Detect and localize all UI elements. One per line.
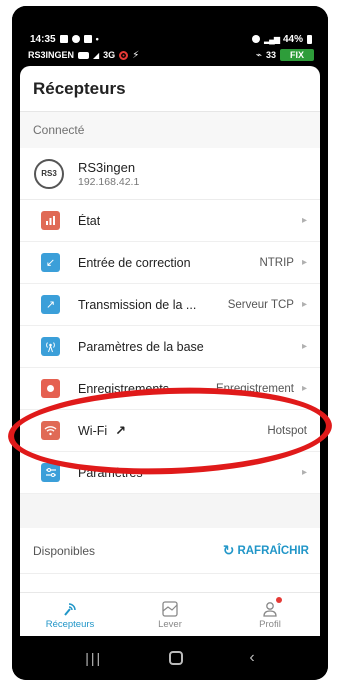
device-status-label: RS3INGEN <box>28 50 75 60</box>
satellite-count: 33 <box>265 50 276 60</box>
gallery-icon <box>59 35 68 43</box>
connected-device-row[interactable]: RS3 RS3ingen 192.168.42.1 <box>20 148 320 200</box>
receiver-logo-icon: RS3 <box>34 158 64 189</box>
menu-item-value: Hotspot <box>267 424 307 437</box>
battery-small-icon <box>78 51 90 59</box>
menu-item-settings[interactable]: Paramètres ▸ <box>20 452 320 494</box>
menu-item-etat[interactable]: État ▸ <box>20 200 320 242</box>
refresh-button[interactable]: ↻ RAFRAÎCHIR <box>223 542 309 559</box>
menu-item-correction-output[interactable]: ↗ Transmission de la ... Serveur TCP ▸ <box>20 284 320 326</box>
nav-tab-receivers[interactable]: Récepteurs <box>20 593 120 636</box>
bar-chart-icon <box>41 211 60 230</box>
menu-item-label: État <box>78 213 101 228</box>
chevron-right-icon: ▸ <box>301 299 307 310</box>
menu-item-base-settings[interactable]: Paramètres de la base ▸ <box>20 326 320 368</box>
nav-tab-profile[interactable]: Profil <box>220 593 320 636</box>
sliders-icon <box>41 463 60 482</box>
menu-item-label: Entrée de correction <box>78 255 191 270</box>
menu-item-recordings[interactable]: Enregistrements Enregistrement ▸ <box>20 368 320 410</box>
status-bar: 14:35 • ▂▄▆ 44% RS3INGEN ◢ 3G ⚡ ⌁ 33 FIX <box>12 6 328 64</box>
section-spacer <box>20 494 320 528</box>
signal-small-icon: ◢ <box>93 50 100 60</box>
fix-badge: FIX <box>279 49 314 61</box>
refresh-label: RAFRAÎCHIR <box>237 544 309 557</box>
network-type: 3G <box>103 50 116 60</box>
menu-item-label: Paramètres de la base <box>78 339 204 354</box>
menu-item-label: Enregistrements <box>78 381 170 396</box>
available-section-label: Disponibles <box>33 543 96 558</box>
menu-item-value: Serveur TCP <box>227 298 294 311</box>
chevron-right-icon: ▸ <box>301 383 307 394</box>
app-screen: Récepteurs Connecté RS3 RS3ingen 192.168… <box>20 66 320 636</box>
nav-tab-label: Profil <box>259 619 281 630</box>
nav-tab-label: Récepteurs <box>45 619 95 630</box>
device-name: RS3ingen <box>78 159 136 175</box>
menu-item-value: NTRIP <box>259 256 294 269</box>
chevron-right-icon: ▸ <box>301 467 307 478</box>
nav-tab-survey[interactable]: Lever <box>120 593 220 636</box>
record-icon <box>41 379 60 398</box>
recent-apps-icon[interactable]: ||| <box>85 650 102 666</box>
home-icon[interactable] <box>168 651 183 665</box>
refresh-icon: ↻ <box>222 542 235 558</box>
battery-icon <box>307 34 312 44</box>
external-link-icon: ↗ <box>115 422 127 438</box>
receiver-icon <box>61 599 79 619</box>
connected-section-label: Connecté <box>20 112 320 148</box>
signal-icon: ▂▄▆ <box>264 34 280 44</box>
page-title: Récepteurs <box>33 78 126 98</box>
chevron-right-icon: ▸ <box>301 257 307 268</box>
recording-icon <box>119 50 129 60</box>
back-icon[interactable]: ‹ <box>249 649 254 667</box>
wifi-icon <box>41 421 60 440</box>
menu-item-value: Enregistrement <box>215 382 294 395</box>
chevron-right-icon: ▸ <box>301 341 307 352</box>
alarm-icon <box>252 35 260 43</box>
status-time: 14:35 <box>30 33 56 45</box>
menu-item-wifi[interactable]: Wi-Fi ↗ Hotspot <box>20 410 320 452</box>
phone-frame: 14:35 • ▂▄▆ 44% RS3INGEN ◢ 3G ⚡ ⌁ 33 FIX… <box>12 6 328 680</box>
receiver-badge-text: RS3 <box>41 169 57 178</box>
arrow-down-left-icon: ↙ <box>41 253 60 272</box>
menu-item-correction-input[interactable]: ↙ Entrée de correction NTRIP ▸ <box>20 242 320 284</box>
chevron-right-icon: ▸ <box>301 215 307 226</box>
notification-icon <box>71 35 80 43</box>
menu-item-label: Transmission de la ... <box>78 297 197 312</box>
menu-item-label: Wi-Fi <box>78 423 108 438</box>
antenna-icon <box>41 337 60 356</box>
menu-item-label: Paramètres <box>78 465 143 480</box>
more-dot-icon: • <box>95 34 99 44</box>
app-bar: Récepteurs <box>20 66 320 112</box>
message-icon <box>83 35 92 43</box>
battery-level: 44% <box>282 33 303 45</box>
bottom-navigation: Récepteurs Lever Profil <box>20 592 320 636</box>
survey-icon <box>161 599 179 619</box>
available-section-header: Disponibles ↻ RAFRAÎCHIR <box>20 528 320 574</box>
satellite-icon: ⌁ <box>255 49 262 61</box>
device-ip: 192.168.42.1 <box>78 175 140 188</box>
system-navigation-bar: ||| ‹ <box>12 636 328 680</box>
arrow-up-right-icon: ↗ <box>41 295 60 314</box>
ntrip-icon: ⚡ <box>132 49 140 61</box>
nav-tab-label: Lever <box>158 619 182 630</box>
profile-notification-dot <box>276 597 282 603</box>
